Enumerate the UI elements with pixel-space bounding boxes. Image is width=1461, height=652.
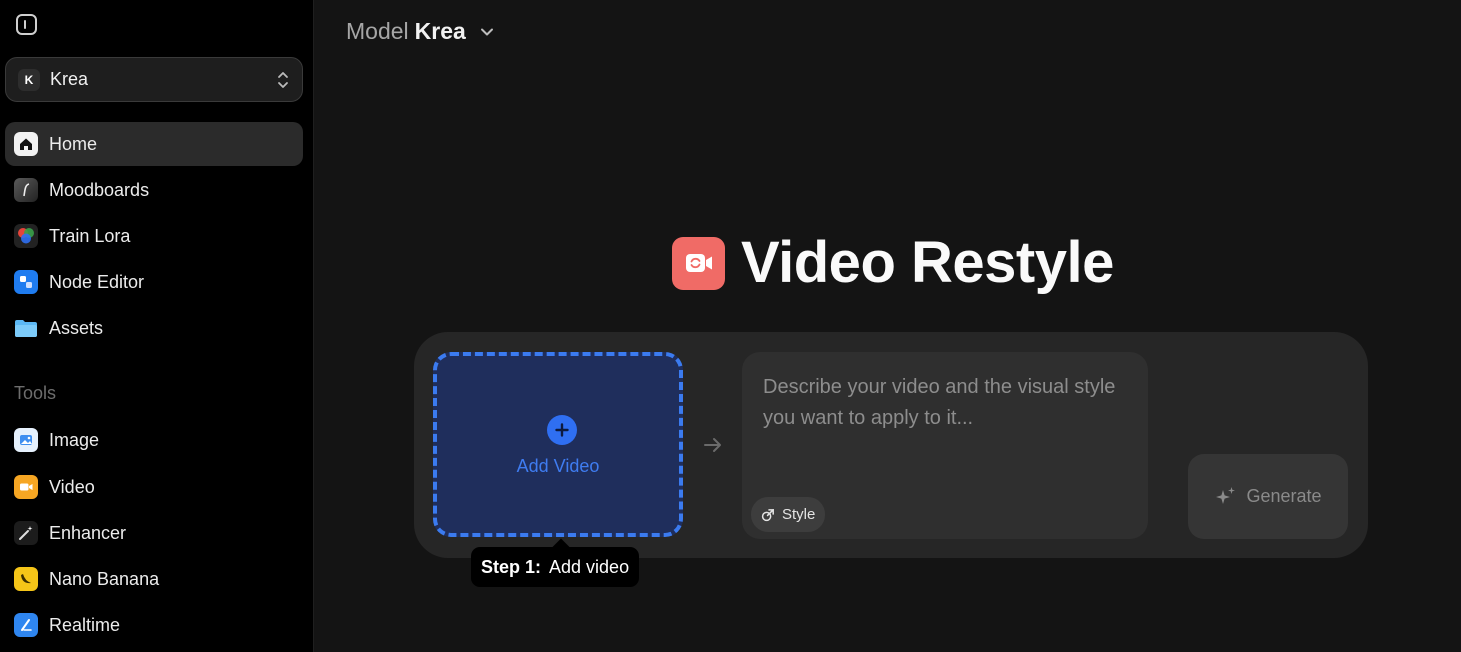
sidebar-item-assets[interactable]: Assets: [5, 306, 303, 350]
step-tooltip: Step 1: Add video: [471, 547, 640, 587]
folder-icon: [14, 316, 38, 340]
generate-button[interactable]: Generate: [1188, 454, 1348, 539]
sidebar-item-enhancer[interactable]: Enhancer: [5, 511, 303, 555]
home-icon: [14, 132, 38, 156]
arrow-right-icon: [704, 438, 721, 452]
sidebar-item-nano-banana[interactable]: Nano Banana: [5, 557, 303, 601]
sidebar: K Krea Home Moodboards Train Lora Node E…: [0, 0, 314, 652]
sidebar-item-label: Image: [49, 429, 100, 450]
model-name: Krea: [414, 18, 466, 44]
add-video-label: Add Video: [516, 456, 600, 476]
chevron-down-icon: [480, 28, 493, 35]
tooltip-step: Step 1:: [481, 556, 542, 577]
tools-section-label: Tools: [14, 383, 57, 403]
prompt-box[interactable]: Describe your video and the visual style…: [742, 352, 1148, 539]
style-icon: [761, 509, 774, 522]
tooltip-text: Add video: [549, 556, 630, 577]
sidebar-item-image[interactable]: Image: [5, 418, 303, 462]
sidebar-item-node-editor[interactable]: Node Editor: [5, 260, 303, 304]
sidebar-item-label: Node Editor: [49, 271, 145, 292]
sidebar-item-home[interactable]: Home: [5, 122, 303, 166]
sidebar-item-label: Train Lora: [49, 225, 131, 246]
sidebar-item-label: Assets: [49, 317, 104, 338]
sidebar-toggle-icon[interactable]: [16, 14, 37, 35]
sidebar-item-label: Home: [49, 133, 98, 154]
sidebar-item-realtime[interactable]: Realtime: [5, 603, 303, 647]
realtime-icon: [14, 613, 38, 637]
style-label: Style: [782, 506, 816, 523]
video-icon: [14, 475, 38, 499]
generate-label: Generate: [1246, 486, 1322, 506]
prompt-input[interactable]: Describe your video and the visual style…: [763, 372, 1123, 434]
page-header: Video Restyle: [672, 228, 1114, 298]
plus-icon: [547, 415, 577, 445]
sidebar-item-label: Moodboards: [49, 179, 150, 200]
workspace-logo: K: [18, 68, 40, 91]
train-lora-icon: [14, 224, 38, 248]
banana-icon: [14, 567, 38, 591]
image-icon: [14, 428, 38, 452]
sidebar-item-train-lora[interactable]: Train Lora: [5, 214, 303, 258]
sidebar-item-label: Realtime: [49, 614, 121, 635]
moodboard-icon: [14, 178, 38, 202]
sparkle-icon: [1216, 486, 1236, 504]
page-title: Video Restyle: [741, 230, 1114, 295]
sidebar-item-moodboards[interactable]: Moodboards: [5, 168, 303, 212]
enhancer-icon: [14, 521, 38, 545]
model-selector[interactable]: Model Krea: [346, 18, 494, 45]
chevron-up-down-icon: [278, 72, 288, 88]
sidebar-item-label: Nano Banana: [49, 568, 160, 589]
sidebar-item-video[interactable]: Video: [5, 465, 303, 509]
workspace-switcher[interactable]: K Krea: [5, 57, 303, 102]
style-button[interactable]: Style: [751, 497, 826, 532]
add-video-dropzone[interactable]: Add Video: [433, 352, 683, 537]
workspace-name: Krea: [50, 69, 89, 89]
sidebar-item-label: Enhancer: [49, 522, 127, 543]
video-restyle-icon: [672, 236, 725, 290]
sidebar-item-label: Video: [49, 476, 95, 497]
node-editor-icon: [14, 270, 38, 294]
model-prefix-label: Model: [346, 18, 409, 44]
